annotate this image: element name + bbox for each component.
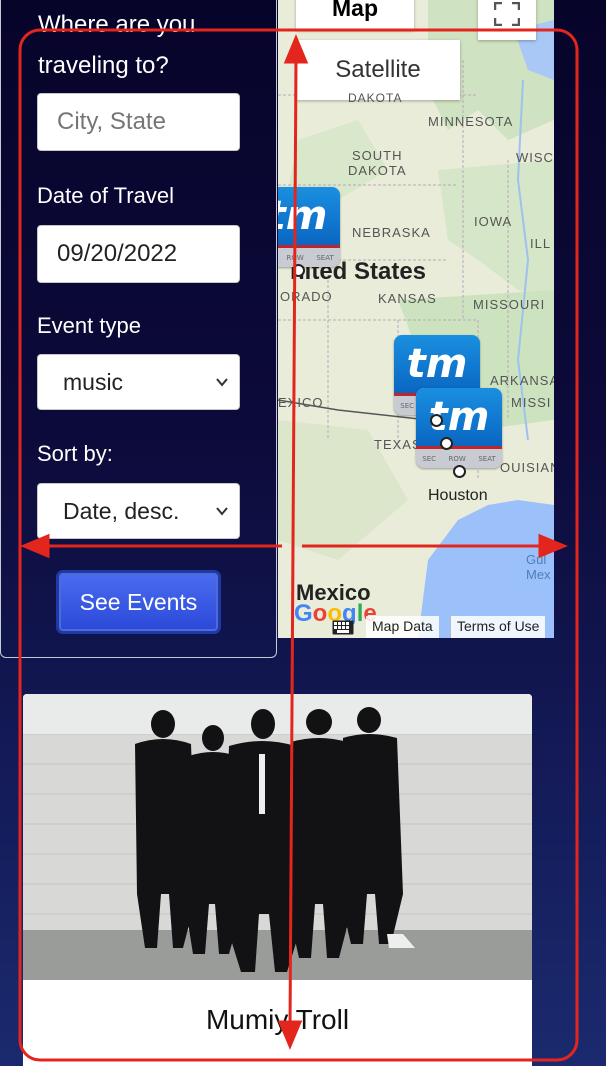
map-label-louisiana: OUISIAN (500, 460, 554, 475)
date-of-travel-label: Date of Travel (37, 183, 174, 208)
chevron-down-icon (216, 378, 228, 387)
map-label-missi: MISSI (511, 395, 552, 410)
map-label-texas: TEXAS (374, 437, 422, 452)
map-label-gulf-2: Mex (526, 567, 551, 582)
destination-question: Where are you traveling to? (38, 11, 196, 79)
map-label-orado: ORADO (280, 289, 333, 304)
map-label-iowa: IOWA (474, 214, 513, 229)
map-label-kansas: KANSAS (378, 291, 437, 306)
map-label-dakota: DAKOTA (348, 91, 403, 105)
sort-by-label: Sort by: (37, 441, 113, 466)
map-label-south-dakota-2: DAKOTA (348, 163, 407, 178)
event-title[interactable]: Mumiy Troll (23, 1004, 532, 1036)
pin-seat-seat: SEAT (316, 254, 334, 262)
pin-seat-seat: SEAT (478, 455, 496, 463)
keyboard-icon[interactable] (332, 620, 354, 635)
date-of-travel-input[interactable] (37, 225, 240, 283)
terms-of-use-link[interactable]: Terms of Use (450, 616, 546, 638)
pin-seat-sec: SEC (422, 455, 437, 463)
map-label-minnesota: MINNESOTA (428, 114, 514, 129)
ticketmaster-pin[interactable]: tm SEC ROW SEAT (278, 187, 340, 267)
map-label-south-dakota-1: SOUTH (352, 148, 403, 163)
map-data-link[interactable]: Map Data (366, 616, 439, 638)
ticketmaster-pin[interactable]: tm SEC ROW SEAT (416, 388, 502, 468)
pin-seat-sec: SEC (400, 402, 415, 410)
map-label-mexico-small: EXICO (278, 395, 324, 410)
google-logo-letter: G (294, 600, 313, 627)
pin-seat-row-label: ROW (286, 254, 304, 262)
pin-stripe (278, 245, 340, 248)
map-type-map-button[interactable]: Map (296, 0, 414, 30)
pin-seat-row: SEC ROW SEAT (278, 249, 340, 267)
map-marker-dot[interactable] (292, 264, 305, 277)
event-type-value: music (63, 368, 124, 395)
map-label-gulf-1: Gul (526, 552, 547, 567)
chevron-down-icon (216, 507, 228, 516)
event-card[interactable]: Mumiy Troll (23, 694, 532, 1066)
tm-logo-icon: tm (394, 335, 480, 393)
city-state-input[interactable] (37, 93, 240, 151)
pin-stripe (416, 446, 502, 449)
sort-by-select[interactable]: Date, desc. (37, 483, 240, 539)
google-logo-letter: o (312, 600, 328, 627)
map-label-ill: ILL (530, 236, 552, 251)
fullscreen-icon (494, 2, 520, 26)
fullscreen-button[interactable] (478, 0, 536, 40)
event-type-label: Event type (37, 313, 141, 338)
sort-by-value: Date, desc. (63, 497, 180, 524)
map-label-nebraska: NEBRASKA (352, 225, 431, 240)
map-label-missouri: MISSOURI (473, 297, 546, 312)
event-map[interactable]: Map Satellite DAKOTA MINNESOTA WISC SOUT… (278, 0, 554, 638)
map-marker-dot[interactable] (430, 414, 443, 427)
map-label-arkansas: ARKANSAS (490, 373, 554, 388)
map-label-houston: Houston (428, 487, 488, 504)
map-label-wisc: WISC (516, 150, 554, 165)
tm-logo-icon: tm (416, 388, 502, 446)
see-events-button[interactable]: See Events (56, 570, 221, 634)
event-photo (23, 694, 532, 980)
tm-logo-icon: tm (278, 187, 340, 245)
event-type-select[interactable]: music (37, 354, 240, 410)
map-marker-dot[interactable] (440, 437, 453, 450)
pin-seat-row-label: ROW (448, 455, 466, 463)
map-marker-dot[interactable] (453, 465, 466, 478)
